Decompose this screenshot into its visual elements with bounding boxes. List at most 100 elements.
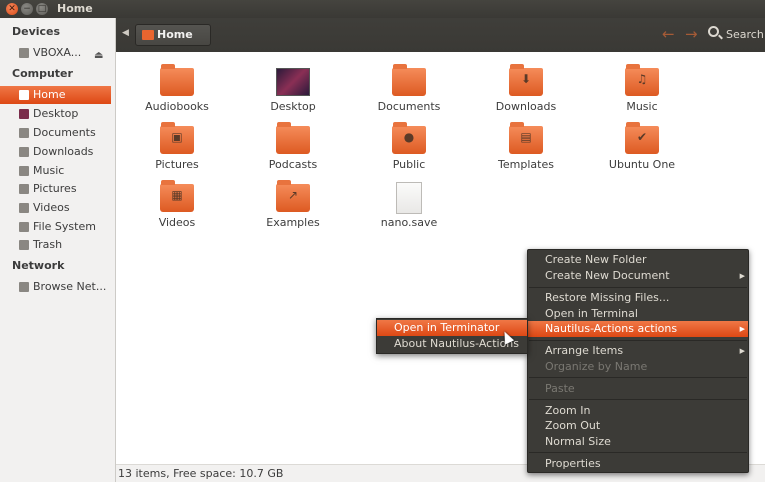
breadcrumb-label: Home bbox=[157, 28, 193, 41]
menu-item-label: Properties bbox=[545, 457, 601, 470]
sidebar-item-label: Home bbox=[33, 88, 66, 101]
menu-item-create-new-folder[interactable]: Create New Folder bbox=[528, 252, 748, 268]
search-button[interactable]: Search bbox=[726, 28, 764, 41]
folder-emblem-icon: ✔ bbox=[636, 130, 648, 144]
back-arrow-icon[interactable]: ← bbox=[662, 25, 675, 43]
drive-icon bbox=[19, 48, 29, 58]
file-item-videos[interactable]: ▦ Videos bbox=[127, 174, 227, 229]
menu-item-zoom-in[interactable]: Zoom In bbox=[528, 403, 748, 419]
folder-icon: ✔ bbox=[625, 122, 659, 154]
desktop-folder-icon bbox=[276, 68, 310, 96]
sidebar-item-desktop[interactable]: Desktop bbox=[0, 105, 111, 123]
sidebar-item-label: Desktop bbox=[33, 107, 79, 120]
menu-separator bbox=[529, 377, 747, 378]
menu-item-label: Open in Terminal bbox=[545, 307, 638, 320]
file-item-downloads[interactable]: ⬇ Downloads bbox=[476, 58, 576, 113]
sidebar-item-documents[interactable]: Documents bbox=[0, 124, 111, 142]
network-icon bbox=[19, 282, 29, 292]
file-name: Music bbox=[626, 100, 658, 113]
menu-item-label: Restore Missing Files... bbox=[545, 291, 670, 304]
file-name: Desktop bbox=[270, 100, 316, 113]
folder-icon: ▣ bbox=[160, 122, 194, 154]
devices-header: Devices bbox=[12, 25, 61, 38]
menu-item-nautilus-actions-actions[interactable]: Nautilus-Actions actions ▶ bbox=[528, 321, 748, 337]
menu-separator bbox=[529, 399, 747, 400]
documents-icon bbox=[19, 128, 29, 138]
menu-item-restore-missing-files[interactable]: Restore Missing Files... bbox=[528, 290, 748, 306]
file-item-templates[interactable]: ▤ Templates bbox=[476, 116, 576, 171]
menu-item-label: Nautilus-Actions actions bbox=[545, 322, 678, 335]
menu-item-label: Zoom In bbox=[545, 404, 591, 417]
file-item-pictures[interactable]: ▣ Pictures bbox=[127, 116, 227, 171]
menu-item-label: Create New Folder bbox=[545, 253, 647, 266]
file-item-nano-save[interactable]: nano.save bbox=[359, 174, 459, 229]
folder-icon: ▤ bbox=[509, 122, 543, 154]
sidebar-item-label: VBOXA... bbox=[33, 46, 82, 59]
sidebar-item-music[interactable]: Music bbox=[0, 162, 111, 180]
sidebar-item-videos[interactable]: Videos bbox=[0, 199, 111, 217]
menu-item-arrange-items[interactable]: Arrange Items ▶ bbox=[528, 343, 748, 359]
sidebar-item-label: Pictures bbox=[33, 182, 77, 195]
file-item-documents[interactable]: Documents bbox=[359, 58, 459, 113]
maximize-window-button[interactable]: □ bbox=[36, 3, 48, 15]
folder-icon: ↗ bbox=[276, 180, 310, 212]
file-item-podcasts[interactable]: Podcasts bbox=[243, 116, 343, 171]
file-name: Examples bbox=[266, 216, 320, 229]
menu-separator bbox=[529, 287, 747, 288]
folder-emblem-icon: ↗ bbox=[287, 188, 299, 202]
sidebar-item-downloads[interactable]: Downloads bbox=[0, 143, 111, 161]
menu-item-create-new-document[interactable]: Create New Document ▶ bbox=[528, 268, 748, 284]
sidebar-item-label: Documents bbox=[33, 126, 96, 139]
folder-emblem-icon: ● bbox=[403, 130, 415, 144]
file-name: Audiobooks bbox=[145, 100, 209, 113]
submenu-arrow-icon: ▶ bbox=[739, 325, 745, 333]
submenu-arrow-icon: ▶ bbox=[739, 272, 745, 280]
file-name: Videos bbox=[158, 216, 196, 229]
menu-item-zoom-out[interactable]: Zoom Out bbox=[528, 418, 748, 434]
text-document-icon bbox=[396, 182, 422, 214]
submenu-arrow-icon: ▶ bbox=[739, 347, 745, 355]
sidebar-item-pictures[interactable]: Pictures bbox=[0, 180, 111, 198]
folder-icon bbox=[392, 64, 426, 96]
folder-icon bbox=[276, 122, 310, 154]
file-item-examples[interactable]: ↗ Examples bbox=[243, 174, 343, 229]
music-icon bbox=[19, 166, 29, 176]
sidebar-item-vboxadditions[interactable]: VBOXA... ⏏ bbox=[0, 44, 111, 62]
folder-icon: ● bbox=[392, 122, 426, 154]
menu-item-open-in-terminal[interactable]: Open in Terminal bbox=[528, 306, 748, 322]
sidebar-item-label: File System bbox=[33, 220, 96, 233]
file-name: Downloads bbox=[495, 100, 557, 113]
file-name: nano.save bbox=[380, 216, 438, 229]
file-item-music[interactable]: ♫ Music bbox=[592, 58, 692, 113]
menu-item-properties[interactable]: Properties bbox=[528, 456, 748, 472]
file-item-audiobooks[interactable]: Audiobooks bbox=[127, 58, 227, 113]
folder-icon: ♫ bbox=[625, 64, 659, 96]
title-bar: ✕ − □ Home bbox=[0, 0, 765, 18]
menu-separator bbox=[529, 340, 747, 341]
file-item-ubuntu-one[interactable]: ✔ Ubuntu One bbox=[592, 116, 692, 171]
sidebar-item-trash[interactable]: Trash bbox=[0, 236, 111, 254]
eject-icon[interactable]: ⏏ bbox=[94, 47, 103, 65]
menu-item-label: Organize by Name bbox=[545, 360, 648, 373]
desktop-icon bbox=[19, 109, 29, 119]
forward-arrow-icon[interactable]: → bbox=[685, 25, 698, 43]
breadcrumb-home-button[interactable]: Home bbox=[135, 24, 211, 46]
sidebar-item-browse-network[interactable]: Browse Net... bbox=[0, 278, 111, 296]
folder-emblem-icon: ▦ bbox=[171, 188, 183, 202]
file-name: Podcasts bbox=[268, 158, 318, 171]
sidebar-item-file-system[interactable]: File System bbox=[0, 218, 111, 236]
folder-emblem-icon: ▣ bbox=[171, 130, 183, 144]
search-icon[interactable] bbox=[708, 26, 719, 37]
file-item-desktop[interactable]: Desktop bbox=[243, 58, 343, 113]
file-system-icon bbox=[19, 222, 29, 232]
close-window-button[interactable]: ✕ bbox=[6, 3, 18, 15]
minimize-window-button[interactable]: − bbox=[21, 3, 33, 15]
folder-icon bbox=[160, 64, 194, 96]
videos-icon bbox=[19, 203, 29, 213]
menu-item-normal-size[interactable]: Normal Size bbox=[528, 434, 748, 450]
sidebar-item-home[interactable]: Home bbox=[0, 86, 111, 104]
sidebar-item-label: Music bbox=[33, 164, 65, 177]
pictures-icon bbox=[19, 184, 29, 194]
breadcrumb-scroll-left-icon[interactable]: ◀ bbox=[122, 28, 129, 38]
file-item-public[interactable]: ● Public bbox=[359, 116, 459, 171]
